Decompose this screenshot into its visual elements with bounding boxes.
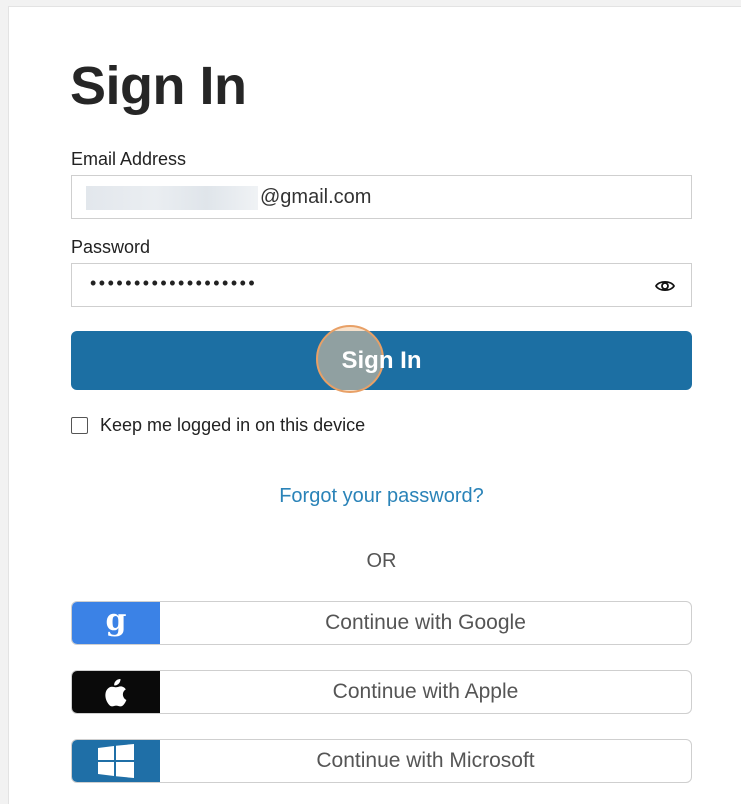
password-field[interactable]: ••••••••••••••••••• <box>71 263 692 307</box>
forgot-password-link[interactable]: Forgot your password? <box>71 485 692 508</box>
email-value: @gmail.com <box>260 186 372 208</box>
apple-icon <box>72 671 160 713</box>
microsoft-signin-button[interactable]: Continue with Microsoft <box>71 739 692 783</box>
page-title: Sign In <box>70 56 247 116</box>
keep-logged-in-checkbox[interactable] <box>71 417 88 434</box>
eye-icon[interactable] <box>654 278 676 294</box>
google-signin-label: Continue with Google <box>325 611 526 634</box>
keep-logged-in[interactable]: Keep me logged in on this device <box>71 415 365 436</box>
signin-button-label: Sign In <box>341 346 422 374</box>
email-label: Email Address <box>71 149 187 169</box>
password-label: Password <box>71 237 151 257</box>
signin-button[interactable]: Sign In <box>71 331 692 390</box>
windows-icon <box>72 740 160 782</box>
google-g-icon: g <box>72 602 160 644</box>
apple-signin-button[interactable]: Continue with Apple <box>71 670 692 714</box>
password-value: ••••••••••••••••••• <box>90 273 258 293</box>
signin-card: Sign In Email Address @gmail.com Passwor… <box>8 6 741 804</box>
or-divider: OR <box>366 550 397 572</box>
google-signin-button[interactable]: g Continue with Google <box>71 601 692 645</box>
keep-logged-in-label[interactable]: Keep me logged in on this device <box>100 415 365 436</box>
microsoft-signin-label: Continue with Microsoft <box>316 749 535 772</box>
email-field[interactable]: @gmail.com <box>71 175 692 219</box>
apple-signin-label: Continue with Apple <box>332 680 519 703</box>
redacted-email-prefix <box>86 186 258 210</box>
